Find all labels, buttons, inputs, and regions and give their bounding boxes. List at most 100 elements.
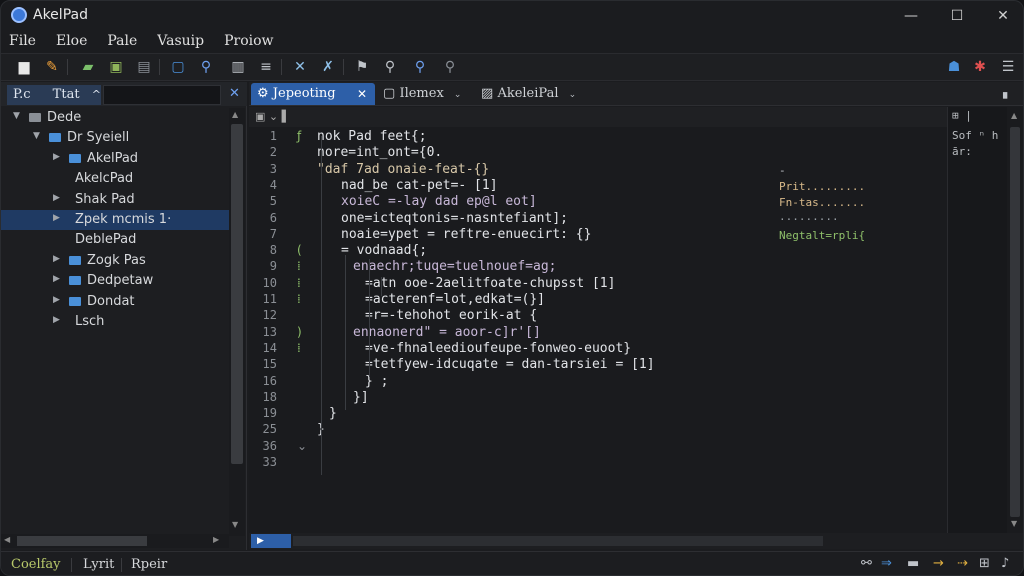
zoom-out-icon[interactable]: ⚲ [441, 58, 459, 76]
play-icon[interactable]: ▶ [251, 534, 291, 548]
code-line[interactable]: } [329, 406, 337, 421]
save-icon[interactable]: ▣ [107, 58, 125, 76]
code-line[interactable]: =r=-tehohot eorik-at { [365, 308, 537, 323]
code-line[interactable]: one=icteqtonis=-nasntefiant]; [341, 211, 568, 226]
tree-item[interactable]: ▶ Dedpetaw [1, 271, 229, 291]
scroll-up-icon[interactable]: ▲ [232, 110, 238, 119]
edit-icon[interactable]: ✎ [43, 58, 61, 76]
panel-icon[interactable]: ▥ [229, 58, 247, 76]
chevron-down-icon[interactable]: ⌄ [454, 90, 462, 100]
panel-tab[interactable]: P.c Ttat ^ [7, 85, 101, 105]
minimap[interactable]: ⊞ | Sof ⁿ h ār: [947, 107, 1007, 533]
expand-down-icon[interactable]: ▼ [33, 131, 40, 141]
expand-down-icon[interactable]: ▼ [13, 111, 20, 121]
tree-hscroll-thumb[interactable] [17, 536, 147, 546]
tree-item[interactable]: ▶ AkelPad [1, 149, 229, 169]
code-line[interactable]: nore=int_ont={0. [317, 145, 442, 160]
tree-horizontal-scrollbar[interactable]: ◀ ▶ [1, 534, 229, 548]
expand-right-icon[interactable]: ▶ [53, 315, 60, 325]
editor-hscroll-thumb[interactable] [293, 536, 823, 546]
save-all-icon[interactable]: ▤ [135, 58, 153, 76]
code-line[interactable]: = vodnaad{; [341, 243, 427, 258]
fold-marker-icon[interactable]: ( [297, 243, 302, 257]
tools-icon[interactable]: ✕ [291, 58, 309, 76]
zoom-icon[interactable]: ⚲ [381, 58, 399, 76]
editor-horizontal-scrollbar[interactable]: ▶ [249, 533, 1023, 549]
fold-marker-icon[interactable]: ⁞ [297, 259, 301, 273]
status-repair[interactable]: Rpeir [131, 557, 167, 572]
new-file-icon[interactable]: ▆ [15, 58, 33, 76]
scroll-left-icon[interactable]: ◀ [4, 535, 10, 544]
editor-vertical-scrollbar[interactable]: ▲ ▼ [1007, 107, 1023, 533]
pin-icon[interactable]: ✗ [319, 58, 337, 76]
search-icon[interactable]: ⚲ [197, 58, 215, 76]
chevron-down-icon[interactable]: ⌄ [569, 90, 577, 100]
editor-toolstrip[interactable]: ▣ ⌄ ▌ [249, 107, 949, 127]
fold-markers[interactable]: ƒ ( ⁞ ⁞ ⁞) ⁞ ⌄ [293, 129, 313, 533]
scroll-right-icon[interactable]: ▶ [213, 535, 219, 544]
scroll-up-icon[interactable]: ▲ [1011, 111, 1017, 120]
code-line[interactable]: nok Pad feet{; [317, 129, 427, 144]
expand-right-icon[interactable]: ▶ [53, 152, 60, 162]
code-line[interactable]: ennaonerd" = aoor-c]r'[] [353, 325, 541, 340]
status-mode[interactable]: Coelfay [11, 557, 61, 572]
panel-close-icon[interactable]: ✕ [229, 86, 240, 101]
menu-preview[interactable]: Proiow [224, 31, 273, 53]
list-icon[interactable]: ☰ [999, 58, 1017, 76]
scroll-down-icon[interactable]: ▼ [1011, 519, 1017, 528]
zoom-in-icon[interactable]: ⚲ [411, 58, 429, 76]
link-icon[interactable]: ⚯ [861, 556, 872, 571]
code-line[interactable]: }] [353, 390, 369, 405]
code-line[interactable]: xoieC =-lay dad ep@l eot] [341, 194, 537, 209]
tab-ilemex[interactable]: ▢ Ilemex ⌄ [377, 83, 471, 105]
expand-right-icon[interactable]: ▶ [53, 254, 60, 264]
code-line[interactable]: "daf 7ad onaie-feat-{} [317, 162, 489, 177]
bell-icon[interactable]: ♪ [1001, 556, 1009, 571]
chevron-up-icon[interactable]: ^ [92, 88, 101, 101]
code-line[interactable]: =atn ooe-2aelitfoate-chupsst [1] [365, 276, 615, 291]
lines-icon[interactable]: ≡ [257, 58, 275, 76]
code-line[interactable]: noaie=ypet = reftre-enuecirt: {} [341, 227, 591, 242]
code-line[interactable]: nad_be cat-pet=- [1] [341, 178, 498, 193]
expand-right-icon[interactable]: ▶ [53, 274, 60, 284]
code-line[interactable]: enaechr;tuqe=tuelnouef=ag; [353, 259, 557, 274]
status-line[interactable]: Lyrit [83, 557, 114, 572]
expand-right-icon[interactable]: ▶ [53, 193, 60, 203]
tree-item[interactable]: ▶ Dondat [1, 292, 229, 312]
fold-marker-icon[interactable]: ⁞ [297, 276, 301, 290]
tree-item[interactable]: ▼ Dr Syeiell [1, 128, 229, 148]
editor-scroll-thumb[interactable] [1010, 127, 1020, 517]
tab-menu-icon[interactable]: ▖ [1003, 86, 1011, 99]
user-icon[interactable]: ☗ [945, 58, 963, 76]
fold-marker-icon[interactable]: ⌄ [297, 439, 307, 453]
maximize-button[interactable]: ☐ [945, 5, 969, 27]
close-button[interactable]: ✕ [991, 5, 1015, 27]
menu-file[interactable]: File [9, 31, 36, 53]
grid-icon[interactable]: ⊞ [979, 556, 990, 571]
tree-item[interactable]: AkelcPad [1, 169, 229, 189]
fold-marker-icon[interactable]: ƒ [297, 129, 301, 143]
scroll-down-icon[interactable]: ▼ [232, 520, 238, 529]
view-icon[interactable]: ▢ [169, 58, 187, 76]
tree-item[interactable]: ▶ Zogk Pas [1, 251, 229, 271]
fold-marker-icon[interactable]: ⁞ [297, 292, 301, 306]
tab-close-icon[interactable]: ✕ [357, 83, 367, 105]
gear-icon[interactable]: ✱ [971, 58, 989, 76]
open-icon[interactable]: ▰ [79, 58, 97, 76]
tree-item[interactable]: ▼ Dede [1, 108, 229, 128]
tree-vertical-scrollbar[interactable]: ▲ ▼ [229, 108, 245, 536]
tree-item[interactable]: ▶ Lsch [1, 312, 229, 332]
code-editor[interactable]: ▣ ⌄ ▌ 1 2 3 4 5 6 7 8 9 10 11 12 13 14 15 16 18 19 25 36 33 … [249, 107, 1023, 533]
flag-icon[interactable]: ⚑ [353, 58, 371, 76]
arrow-icon[interactable]: → [933, 556, 944, 571]
fold-marker-icon[interactable]: ) [297, 325, 302, 339]
fold-marker-icon[interactable]: ⁞ [297, 341, 301, 355]
menu-settings[interactable]: Vasuip [157, 31, 204, 53]
tree-item[interactable]: ▶ Zpek mcmis 1· [1, 209, 229, 231]
menu-edit[interactable]: Eloe [56, 31, 87, 53]
menu-view[interactable]: Pale [107, 31, 137, 53]
tab-jepeoting[interactable]: ⚙ Jepeoting ✕ [251, 83, 375, 105]
tree-scroll-thumb[interactable] [231, 124, 243, 464]
forward-icon[interactable]: ⇢ [957, 556, 968, 571]
expand-right-icon[interactable]: ▶ [53, 295, 60, 305]
